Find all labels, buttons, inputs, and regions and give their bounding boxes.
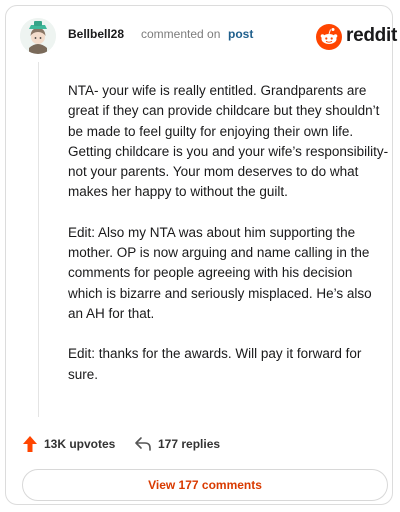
commented-on-text: commented on [141,27,221,41]
upvote-arrow-icon[interactable] [22,435,38,453]
comment-paragraph: NTA- your wife is really entitled. Grand… [68,83,389,200]
avatar-icon[interactable] [20,18,56,54]
reply-arrow-icon[interactable] [134,436,152,452]
comment-header: Bellbell28 commented on post reddit [20,18,397,56]
post-link[interactable]: post [228,27,253,41]
reddit-wordmark: reddit [346,25,397,46]
reply-count[interactable]: 177 replies [158,437,220,451]
comment-actions: 13K upvotes 177 replies [22,434,382,456]
comment-card: Bellbell28 commented on post reddit NTA-… [5,5,397,505]
comment-body: NTA- your wife is really entitled. Grand… [68,81,390,405]
upvote-count: 13K upvotes [44,437,116,451]
username[interactable]: Bellbell28 [68,27,124,41]
comment-paragraph: Edit: thanks for the awards. Will pay it… [68,346,362,382]
reddit-brand[interactable]: reddit [316,24,397,50]
reddit-logo-icon [316,24,342,50]
view-comments-button[interactable]: View 177 comments [22,469,388,501]
thread-line [38,62,39,417]
comment-paragraph: Edit: Also my NTA was about him supporti… [68,224,372,321]
